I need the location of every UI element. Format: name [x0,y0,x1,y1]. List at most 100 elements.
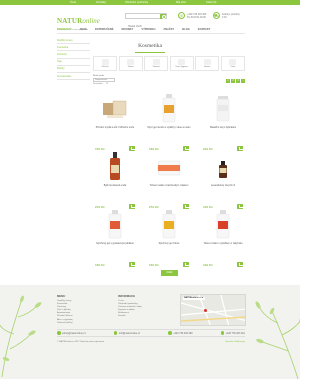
add-to-cart-icon[interactable] [129,204,136,209]
title-divider [135,52,165,53]
add-to-cart-icon[interactable] [183,204,190,209]
product-card[interactable]: Tělové mléko s výtažkem z rakytníku 199 K… [201,209,245,269]
product-image[interactable] [209,93,237,123]
product-image[interactable] [101,151,129,181]
per-page-label: Na stránku [93,82,103,85]
map-streets [181,295,245,325]
product-image[interactable] [101,93,129,123]
footer-info-link[interactable]: Kontakt [118,315,142,318]
topbar-link-terms[interactable]: Obchodní podmínky [125,1,148,5]
product-image[interactable] [209,209,237,239]
nav-item-clearance[interactable]: Výprodej [141,28,155,33]
subcategory-tile[interactable]: Aroma [195,56,220,71]
subcategory-label: Aroma [204,66,211,68]
add-to-cart-icon[interactable] [237,262,244,267]
product-card[interactable]: Sprchový gel Citrus 169 Kč [147,209,191,269]
product-name[interactable]: Mycí gel na tělo s výtažky z aloe a medu [147,126,191,129]
leaf-decoration [255,301,300,379]
product-image[interactable] [155,151,183,181]
subcategory-tile[interactable]: Tělová [118,56,143,71]
sort-label: Řadit podle [93,75,105,77]
sidebar-item-food[interactable]: Potraviny [57,51,90,59]
page-link[interactable]: 3 [236,79,240,83]
nav-item-products[interactable]: Produkty [57,28,72,33]
header-cart[interactable]: ⛟ Košík je prázdný 0 Kč [213,12,240,19]
phone-icon [220,331,225,335]
product-card[interactable]: Přírodní mýdla a sůl z Mrtvého moře 159 K… [93,93,137,153]
topbar-link-contacts[interactable]: Kontakty [96,1,106,5]
subcategory-tile[interactable]: Pleťová [93,56,117,71]
pagination: 1 2 3 › [226,79,245,83]
product-name[interactable]: Levandulový olej 10 ml [201,184,245,187]
product-card[interactable]: Sprchový gel s granátovým jablkem 169 Kč [93,209,137,269]
sidebar-item-aromatherapy[interactable]: Aromaterapie [57,73,90,81]
nav-item-new[interactable]: Novinky [122,28,134,33]
add-to-cart-icon[interactable] [237,204,244,209]
topbar-link-account[interactable]: Můj účet [176,1,186,5]
credits-link[interactable]: Vytvořilo: WebDesign [225,341,245,343]
product-card[interactable]: Levandulový olej 10 ml 129 Kč [201,151,245,211]
topbar-link-cart[interactable]: Košík (0) [206,1,216,5]
footer-menu-column: Menu Doplňky stravy Kosmetika Potraviny … [57,294,73,325]
per-page-select[interactable]: 12 [106,83,108,85]
phone-icon [168,331,172,335]
footer-email-secondary[interactable]: info@naturonline.cz [113,331,140,335]
product-name[interactable]: Sprchový gel Citrus [147,242,191,245]
footer-email[interactable]: eshop@naturonline.cz [57,331,86,335]
footer-phone-secondary[interactable]: +420 736 203 461 [220,331,245,335]
product-image[interactable] [155,209,183,239]
map-pin-icon[interactable] [204,309,207,312]
load-more-button[interactable]: Další [161,270,178,276]
nav-item-brands[interactable]: Značky [163,28,174,33]
subcategory-tile[interactable]: Vlasová [144,56,169,71]
location-map[interactable]: NATURonline s.r.o. [180,294,246,326]
product-name[interactable]: Tělové máslo s bambuckým máslem [147,184,191,187]
product-name[interactable]: Bylinná vlasová voda [93,184,137,187]
phone-icon: ☏ [178,12,185,19]
add-to-cart-icon[interactable] [129,146,136,151]
sort-select[interactable]: Doporučené [93,78,115,82]
header-cart-value: 0 Kč [222,15,227,19]
top-bar: Úvod Kontakty Obchodní podmínky Můj účet… [0,0,300,5]
header-phone-hours: Po-Pá 8:00-16:00 [187,15,206,19]
product-price: 169 Kč [149,263,159,267]
page-link[interactable]: 2 [231,79,235,83]
product-card[interactable]: Bylinná vlasová voda 219 Kč [93,151,137,211]
subcategory-thumbnail [203,58,211,65]
product-price: 199 Kč [203,263,213,267]
add-to-cart-icon[interactable] [129,262,136,267]
subcategory-tile[interactable]: Oleje [220,56,245,71]
nav-item-sale[interactable]: Akce [80,28,87,33]
subcategory-tile[interactable]: Ústní hygiena [169,56,194,71]
nav-item-blog[interactable]: Blog [182,28,190,33]
nav-item-contact[interactable]: Kontakt [198,28,211,33]
product-card[interactable]: Masážní olej s bylinkami 249 Kč [201,93,245,153]
next-page-link[interactable]: › [241,79,245,83]
footer-menu-link[interactable]: Dárkové balíčky [57,322,73,325]
product-image[interactable] [209,151,237,181]
product-card[interactable]: Mycí gel na tělo s výtažky z aloe a medu… [147,93,191,153]
search-icon[interactable] [160,14,166,19]
add-to-cart-icon[interactable] [237,146,244,151]
product-name[interactable]: Tělové mléko s výtažkem z rakytníku [201,242,245,245]
product-name[interactable]: Přírodní mýdla a sůl z Mrtvého moře [93,126,137,129]
add-to-cart-icon[interactable] [183,262,190,267]
sidebar-item-teas[interactable]: Čaje [57,59,90,66]
product-name[interactable]: Masážní olej s bylinkami [201,126,245,129]
product-card[interactable]: Tělové máslo s bambuckým máslem 279 Kč [147,151,191,211]
product-name[interactable]: Sprchový gel s granátovým jablkem [93,242,137,245]
header-phone[interactable]: ☏ +420 736 203 460 Po-Pá 8:00-16:00 [178,12,206,19]
sidebar-item-herbs[interactable]: Bylinky [57,66,90,73]
page-link[interactable]: 1 [226,79,230,83]
email-icon [57,331,61,335]
nav-item-recommended[interactable]: Doporučené [95,28,114,33]
product-image[interactable] [155,93,183,123]
footer-phone[interactable]: +420 736 203 460 [168,331,193,335]
subcategory-thumbnail [178,58,186,65]
product-image[interactable] [101,209,129,239]
sort-toolbar: Řadit podle Doporučené Na stránku 12 1 2… [93,75,245,87]
topbar-link-home[interactable]: Úvod [70,1,76,5]
footer-info-title: Informace [118,294,135,298]
add-to-cart-icon[interactable] [183,146,190,151]
footer-phone1-text: +420 736 203 460 [173,331,193,335]
